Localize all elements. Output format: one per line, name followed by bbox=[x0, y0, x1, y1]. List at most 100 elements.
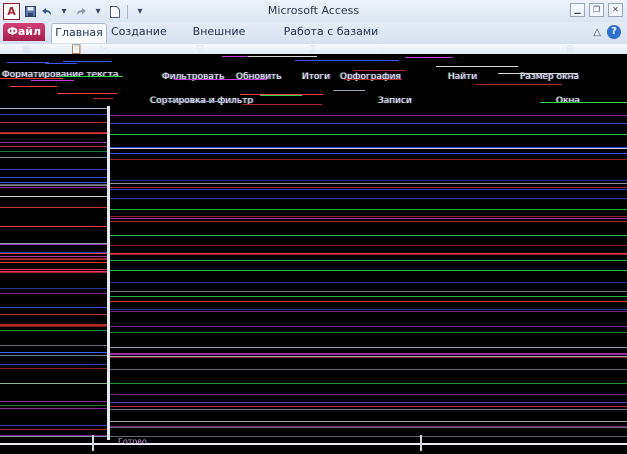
paste-icon[interactable]: 📋 bbox=[70, 44, 82, 55]
status-text: Готово bbox=[118, 437, 147, 446]
render-artifact-line bbox=[0, 324, 107, 325]
render-artifact-line bbox=[0, 368, 107, 369]
render-artifact-line bbox=[0, 177, 107, 178]
render-artifact-line bbox=[0, 253, 107, 254]
status-bar-edge bbox=[0, 443, 627, 445]
render-artifact-line bbox=[110, 270, 627, 271]
ribbon-group-windows: Окна bbox=[556, 96, 580, 106]
tab-create[interactable]: Создание bbox=[111, 23, 167, 42]
render-artifact-line bbox=[110, 291, 627, 292]
render-artifact-line bbox=[0, 326, 107, 327]
render-artifact-line bbox=[110, 421, 627, 422]
render-artifact-line bbox=[110, 402, 627, 403]
render-artifact-line bbox=[59, 76, 123, 77]
render-artifact-line bbox=[93, 98, 113, 99]
render-artifact-line bbox=[248, 56, 317, 57]
ribbon-label-totals[interactable]: Итоги bbox=[302, 72, 330, 82]
render-artifact-line bbox=[0, 256, 107, 257]
help-area: △ ? bbox=[593, 25, 621, 39]
ribbon-label-spelling[interactable]: Орфография bbox=[340, 72, 401, 82]
render-artifact-line bbox=[110, 326, 627, 327]
close-icon[interactable]: ✕ bbox=[608, 3, 623, 17]
render-artifact-line bbox=[0, 226, 107, 227]
restore-icon[interactable]: ❐ bbox=[589, 3, 604, 17]
render-artifact-line bbox=[110, 183, 627, 184]
render-artifact-line bbox=[0, 364, 107, 365]
render-artifact-line bbox=[0, 244, 107, 245]
render-artifact-line bbox=[110, 282, 627, 283]
customize-dropdown-icon[interactable]: ▾ bbox=[133, 5, 147, 19]
undo-icon[interactable] bbox=[40, 5, 54, 19]
render-artifact-line bbox=[0, 425, 107, 426]
render-artifact-line bbox=[0, 182, 107, 183]
render-artifact-line bbox=[540, 102, 627, 103]
ribbon-label-refresh[interactable]: Обновить bbox=[236, 72, 282, 82]
render-artifact-line bbox=[0, 383, 107, 384]
render-artifact-line bbox=[353, 70, 406, 71]
quick-access-toolbar: A ▾ ▾ ▾ bbox=[3, 3, 147, 20]
cut-icon[interactable]: ✂ bbox=[100, 44, 108, 55]
render-artifact-line bbox=[0, 142, 107, 143]
render-artifact-line bbox=[0, 352, 107, 353]
view-icon[interactable]: ▦ bbox=[22, 44, 31, 55]
redo-icon[interactable] bbox=[74, 5, 88, 19]
render-artifact-line bbox=[110, 260, 627, 261]
render-artifact-line bbox=[333, 90, 365, 91]
render-artifact-line bbox=[0, 196, 107, 197]
minimize-icon[interactable]: ▁ bbox=[570, 3, 585, 17]
render-artifact-line bbox=[0, 122, 107, 123]
render-artifact-line bbox=[110, 221, 627, 222]
ribbon-collapse-icon[interactable]: △ bbox=[593, 27, 601, 38]
render-artifact-line bbox=[110, 134, 627, 135]
render-artifact-line bbox=[240, 94, 323, 95]
document-workspace bbox=[110, 106, 627, 440]
render-artifact-line bbox=[110, 254, 627, 255]
tab-database-tools[interactable]: Работа с базами данных bbox=[272, 23, 390, 56]
render-artifact-line bbox=[110, 189, 627, 190]
render-artifact-line bbox=[0, 259, 107, 260]
ribbon-panel: ▦ 📋 ✂ ▽ Σ ⌕ ⊞ Форматирование текста Филь… bbox=[0, 44, 627, 106]
render-artifact-line bbox=[344, 79, 402, 80]
render-artifact-line bbox=[0, 436, 107, 437]
navigation-pane[interactable] bbox=[0, 106, 107, 440]
window-size-icon[interactable]: ⊞ bbox=[566, 44, 574, 55]
help-icon[interactable]: ? bbox=[607, 25, 621, 39]
render-artifact-line bbox=[0, 345, 107, 346]
access-app-icon[interactable]: A bbox=[3, 3, 20, 20]
render-artifact-line bbox=[110, 153, 627, 154]
render-artifact-line bbox=[110, 394, 627, 395]
filter-icon[interactable]: ▽ bbox=[196, 44, 204, 55]
render-artifact-line bbox=[57, 93, 117, 94]
render-artifact-line bbox=[0, 207, 107, 208]
render-artifact-line bbox=[110, 369, 627, 370]
redo-dropdown-icon[interactable]: ▾ bbox=[91, 5, 105, 19]
render-artifact-line bbox=[110, 159, 627, 160]
totals-icon[interactable]: Σ bbox=[310, 44, 316, 55]
undo-dropdown-icon[interactable]: ▾ bbox=[57, 5, 71, 19]
render-artifact-line bbox=[0, 272, 107, 273]
render-artifact-line bbox=[168, 101, 222, 102]
render-artifact-line bbox=[110, 216, 627, 217]
ribbon-label-filter[interactable]: Фильтровать bbox=[162, 72, 224, 82]
render-artifact-line bbox=[45, 63, 77, 64]
tab-file[interactable]: Файл bbox=[3, 23, 45, 41]
tab-external-data[interactable]: Внешние данные bbox=[173, 23, 265, 56]
render-artifact-line bbox=[110, 115, 627, 116]
render-artifact-line bbox=[0, 408, 107, 409]
ribbon-label-find[interactable]: Найти bbox=[448, 72, 477, 82]
find-icon[interactable]: ⌕ bbox=[380, 44, 386, 55]
status-grip-right bbox=[420, 435, 422, 451]
render-artifact-line bbox=[110, 309, 627, 310]
new-document-icon[interactable] bbox=[108, 5, 122, 19]
render-artifact-line bbox=[10, 86, 57, 87]
save-icon[interactable] bbox=[23, 5, 37, 19]
render-artifact-line bbox=[110, 245, 627, 246]
render-artifact-line bbox=[110, 436, 627, 437]
render-artifact-line bbox=[110, 187, 627, 188]
title-bar: A ▾ ▾ ▾ Microsoft Access ▁ ❐ ✕ bbox=[0, 0, 627, 23]
tab-home[interactable]: Главная bbox=[51, 23, 107, 43]
render-artifact-line bbox=[0, 429, 107, 430]
render-artifact-line bbox=[0, 288, 107, 289]
status-grip-left bbox=[92, 435, 94, 451]
render-artifact-line bbox=[110, 235, 627, 236]
